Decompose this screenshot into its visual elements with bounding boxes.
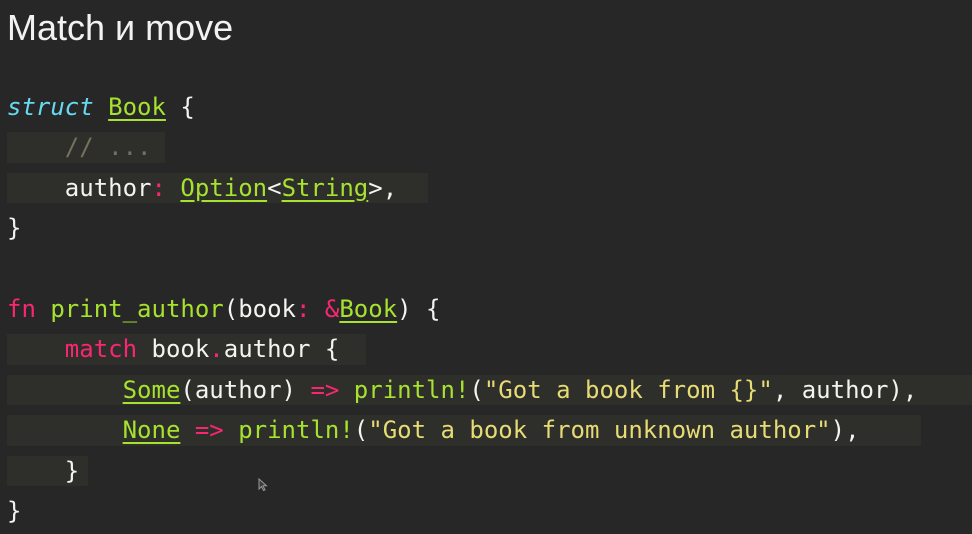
code-token: Book (108, 93, 166, 121)
code-token: >, (368, 173, 398, 202)
code-token: ( (353, 416, 369, 445)
code-token: Some (122, 375, 181, 404)
code-line: } (7, 491, 917, 531)
code-token: => (194, 416, 224, 445)
code-line: } (7, 208, 917, 248)
code-line: } (7, 451, 917, 491)
code-line: author: Option<String>, (7, 168, 917, 208)
code-token: } (7, 496, 22, 525)
code-token: struct (7, 93, 94, 121)
code-token: : (296, 294, 311, 323)
code-token: & (324, 294, 340, 323)
code-line: struct Book { (7, 87, 917, 127)
code-block: struct Book { // ... author: Option<Stri… (7, 87, 972, 531)
code-token: match (64, 335, 138, 364)
code-line: None => println!("Got a book from unknow… (7, 410, 921, 450)
code-token: "Got a book from unknown author" (368, 416, 831, 445)
code-token: ) { (397, 294, 441, 323)
code-token: Book (339, 294, 398, 323)
code-token: Option (180, 173, 268, 202)
code-token: ( (469, 375, 484, 404)
code-token: ), (830, 416, 860, 445)
code-token: : (151, 173, 166, 202)
code-token: , author), (772, 375, 918, 404)
code-line: fn print_author(book: &Book) { (7, 289, 917, 329)
code-token: (book (223, 294, 296, 323)
code-token: fn (7, 294, 36, 323)
code-line: match book.author { (7, 329, 917, 369)
code-token: println! (238, 416, 354, 445)
code-token: author (7, 173, 152, 202)
code-token: (author) (180, 375, 311, 404)
slide-title: Match и move (7, 7, 234, 48)
code-line: // ... (7, 127, 917, 167)
code-token: author { (223, 335, 340, 364)
code-token: // ... (64, 133, 152, 162)
code-token: { (165, 93, 195, 121)
code-token: . (209, 335, 224, 364)
code-token: println! (353, 375, 470, 404)
code-token: book (137, 335, 210, 364)
code-token: String (281, 173, 369, 202)
code-token: "Got a book from {}" (483, 375, 773, 404)
code-line: Some(author) => println!("Got a book fro… (7, 370, 972, 410)
code-token: => (310, 375, 340, 404)
code-token: } (7, 456, 80, 485)
presentation-slide: Match и move struct Book { // ... author… (0, 0, 972, 534)
code-token: print_author (50, 294, 224, 323)
code-token: } (7, 214, 22, 243)
code-token: < (267, 173, 282, 202)
code-token: None (122, 416, 181, 445)
